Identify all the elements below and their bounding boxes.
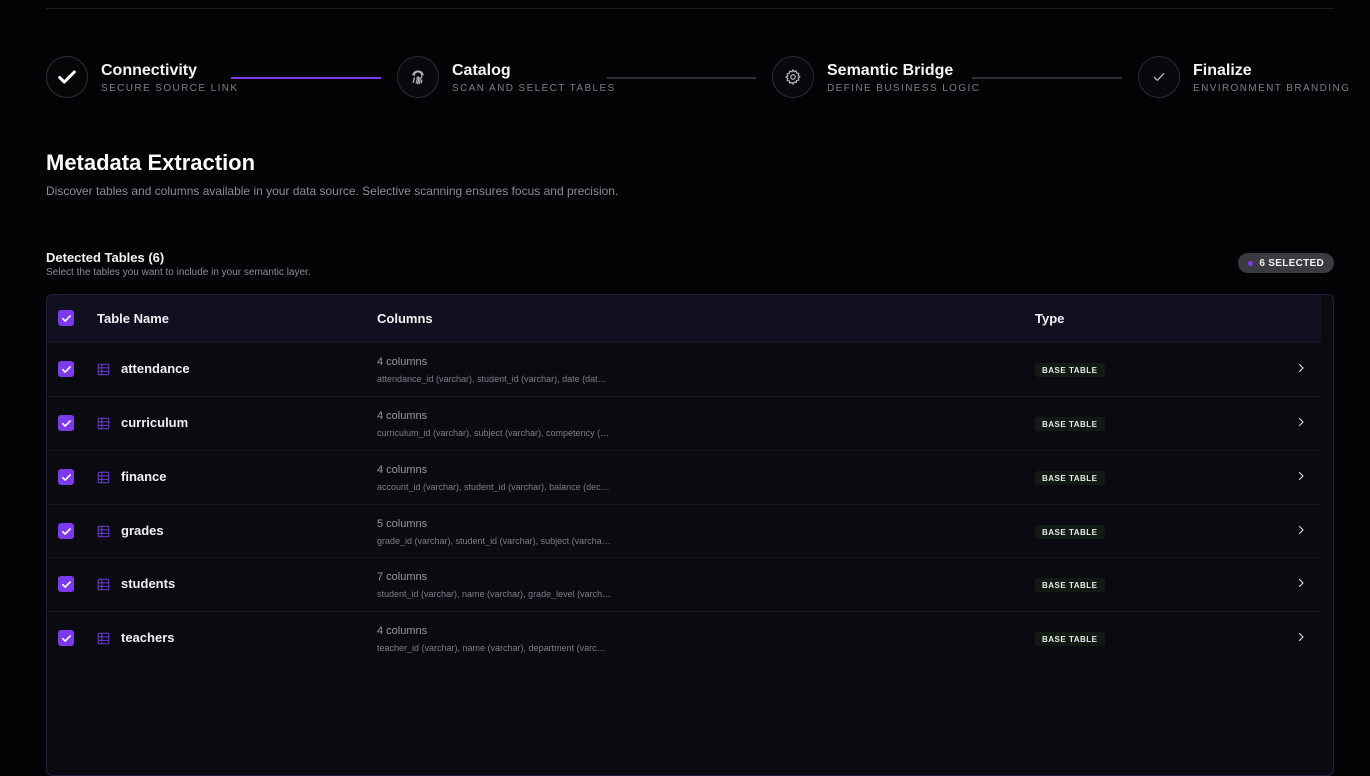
column-count: 4 columns (377, 625, 428, 637)
chevron-right-icon[interactable] (1295, 470, 1307, 482)
table-header: Table Name Columns Type (47, 295, 1321, 342)
column-list: attendance_id (varchar), student_id (var… (377, 374, 607, 384)
check-icon (61, 419, 71, 427)
step-subtitle: SECURE SOURCE LINK (101, 82, 239, 94)
step-status (772, 56, 814, 98)
table-type-badge: BASE TABLE (1035, 578, 1105, 592)
table-row[interactable]: students 7 columns student_id (varchar), n… (47, 557, 1321, 611)
step-connectivity[interactable]: Connectivity SECURE SOURCE LINK (46, 56, 238, 98)
section-subtitle: Select the tables you want to include in… (46, 267, 311, 278)
step-semantic-bridge[interactable]: Semantic Bridge DEFINE BUSINESS LOGIC (772, 56, 980, 98)
step-connector (607, 77, 756, 79)
column-header-type[interactable]: Type (1035, 311, 1064, 326)
step-title: Finalize (1193, 61, 1252, 79)
tables-panel: Table Name Columns Type attendance 4 colu… (46, 294, 1334, 776)
table-icon (97, 632, 110, 645)
step-subtitle: ENVIRONMENT BRANDING (1193, 82, 1351, 94)
chevron-right-icon[interactable] (1295, 631, 1307, 643)
column-list: student_id (varchar), name (varchar), gr… (377, 589, 612, 599)
check-icon (61, 473, 71, 481)
step-status (397, 56, 439, 98)
step-title: Semantic Bridge (827, 61, 954, 79)
column-header-columns[interactable]: Columns (377, 311, 433, 326)
column-list: account_id (varchar), student_id (varcha… (377, 482, 610, 492)
column-count: 5 columns (377, 518, 428, 530)
check-icon (61, 527, 71, 535)
step-title: Connectivity (101, 61, 198, 79)
check-icon (1153, 73, 1165, 81)
row-checkbox[interactable] (58, 523, 74, 539)
chevron-right-icon[interactable] (1295, 524, 1307, 536)
wizard-stepper: Connectivity SECURE SOURCE LINK Catalog … (46, 56, 1349, 100)
chevron-right-icon[interactable] (1295, 416, 1307, 428)
table-icon (97, 363, 110, 376)
column-header-name[interactable]: Table Name (97, 311, 169, 326)
column-list: teacher_id (varchar), name (varchar), de… (377, 643, 606, 653)
check-icon (61, 365, 71, 373)
column-count: 4 columns (377, 464, 428, 476)
table-name: attendance (121, 361, 190, 376)
table-row[interactable]: teachers 4 columns teacher_id (varchar), n… (47, 611, 1321, 665)
table-type-badge: BASE TABLE (1035, 417, 1105, 431)
table-name: teachers (121, 630, 175, 645)
row-checkbox[interactable] (58, 361, 74, 377)
column-count: 4 columns (377, 410, 428, 422)
table-name: finance (121, 469, 167, 484)
table-row[interactable]: attendance 4 columns attendance_id (varcha… (47, 342, 1321, 396)
table-icon (97, 578, 110, 591)
page-description: Discover tables and columns available in… (46, 184, 619, 198)
step-status (46, 56, 88, 98)
select-all-checkbox[interactable] (58, 310, 74, 326)
step-subtitle: SCAN AND SELECT TABLES (452, 82, 616, 94)
step-connector-complete (231, 77, 381, 79)
step-catalog[interactable]: Catalog SCAN AND SELECT TABLES (397, 56, 616, 98)
check-icon (61, 580, 71, 588)
column-count: 7 columns (377, 571, 428, 583)
check-icon (58, 70, 76, 84)
table-name: grades (121, 523, 164, 538)
step-status (1138, 56, 1180, 98)
table-name: students (121, 576, 176, 591)
step-finalize[interactable]: Finalize ENVIRONMENT BRANDING (1138, 56, 1350, 98)
table-type-badge: BASE TABLE (1035, 363, 1105, 377)
table-row[interactable]: curriculum 4 columns curriculum_id (varcha… (47, 396, 1321, 450)
gear-icon (785, 69, 801, 85)
table-type-badge: BASE TABLE (1035, 471, 1105, 485)
column-list: grade_id (varchar), student_id (varchar)… (377, 536, 611, 546)
column-list: curriculum_id (varchar), subject (varcha… (377, 428, 610, 438)
check-icon (61, 634, 71, 642)
selected-count-badge: 6 SELECTED (1238, 253, 1334, 273)
table-name: curriculum (121, 415, 189, 430)
table-icon (97, 471, 110, 484)
section-title: Detected Tables (6) (46, 250, 165, 265)
badge-label: 6 SELECTED (1259, 257, 1324, 269)
chevron-right-icon[interactable] (1295, 577, 1307, 589)
table-row[interactable]: finance 4 columns account_id (varchar), st… (47, 450, 1321, 504)
check-icon (61, 314, 71, 322)
table-icon (97, 417, 110, 430)
page-title: Metadata Extraction (46, 150, 256, 175)
table-type-badge: BASE TABLE (1035, 632, 1105, 646)
column-count: 4 columns (377, 356, 428, 368)
table-icon (97, 525, 110, 538)
row-checkbox[interactable] (58, 630, 74, 646)
step-connector (972, 77, 1122, 79)
step-title: Catalog (452, 61, 511, 79)
fingerprint-icon (412, 70, 424, 85)
row-checkbox[interactable] (58, 576, 74, 592)
table-row[interactable]: grades 5 columns grade_id (varchar), stude… (47, 504, 1321, 558)
table-type-badge: BASE TABLE (1035, 525, 1105, 539)
status-dot-icon (1248, 260, 1254, 266)
step-subtitle: DEFINE BUSINESS LOGIC (827, 82, 981, 94)
row-checkbox[interactable] (58, 469, 74, 485)
top-divider (46, 8, 1334, 9)
chevron-right-icon[interactable] (1295, 362, 1307, 374)
row-checkbox[interactable] (58, 415, 74, 431)
